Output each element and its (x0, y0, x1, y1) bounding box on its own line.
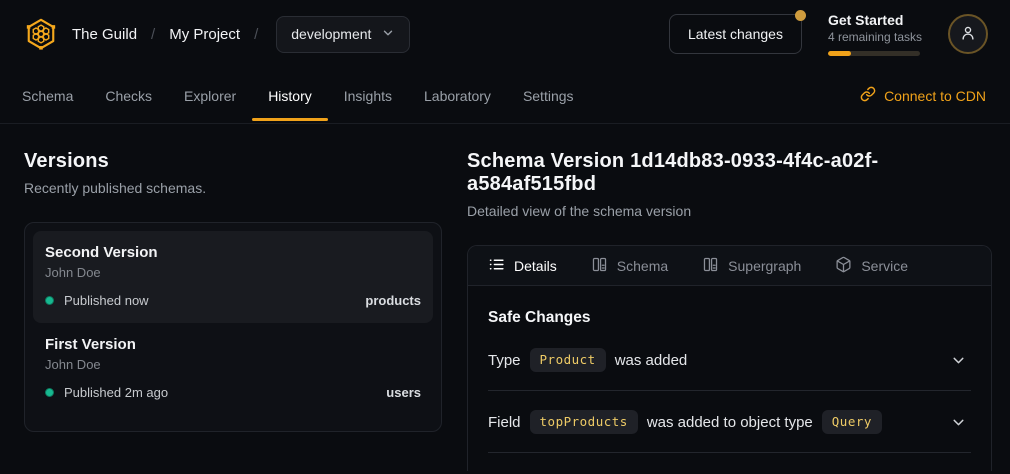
project-nav: SchemaChecksExplorerHistoryInsightsLabor… (0, 68, 1010, 124)
safe-changes-heading: Safe Changes (488, 309, 971, 327)
target-selector-value: development (291, 26, 371, 42)
tab-explorer[interactable]: Explorer (168, 68, 252, 123)
change-text: Field (488, 414, 521, 431)
version-list-item[interactable]: First Version John Doe Published 2m ago use… (33, 323, 433, 415)
change-text: was added to object type (647, 414, 813, 431)
schema-version-subtitle: Detailed view of the schema version (467, 203, 992, 219)
detail-tab-label: Supergraph (728, 258, 801, 274)
change-description: Type Product was added (488, 348, 687, 372)
latest-changes-label: Latest changes (688, 26, 783, 42)
detail-tab-details[interactable]: Details (488, 256, 557, 276)
change-text: Type (488, 352, 521, 369)
service-name: users (386, 385, 421, 400)
version-name: Second Version (45, 244, 421, 261)
service-name: products (365, 293, 421, 308)
version-detail-panel: Schema Version 1d14db83-0933-4f4c-a02f-a… (467, 150, 992, 471)
tab-laboratory[interactable]: Laboratory (408, 68, 507, 123)
change-row[interactable]: Type Product was added (488, 329, 971, 391)
get-started-subtitle: 4 remaining tasks (828, 30, 922, 44)
breadcrumb: The Guild / My Project / development (24, 16, 410, 53)
published-dot-icon (45, 388, 54, 397)
version-list: Second Version John Doe Published now produ… (24, 222, 442, 432)
version-meta-row: Published now products (45, 293, 421, 308)
breadcrumb-separator: / (254, 26, 258, 43)
versions-title: Versions (24, 150, 442, 173)
breadcrumb-project[interactable]: My Project (169, 26, 240, 43)
breadcrumb-organization[interactable]: The Guild (72, 26, 137, 43)
detail-body: Safe Changes Type Product was added Fieldto… (468, 309, 991, 453)
detail-card: Details Schema Supergraph Service Safe Chan… (467, 245, 992, 471)
detail-tab-bar: Details Schema Supergraph Service (468, 246, 991, 286)
version-name: First Version (45, 336, 421, 353)
latest-changes-button[interactable]: Latest changes (669, 14, 802, 54)
cube-icon (835, 256, 852, 276)
code-chip: topProducts (530, 410, 638, 434)
detail-tab-schema[interactable]: Schema (591, 256, 668, 276)
tab-settings[interactable]: Settings (507, 68, 590, 123)
published-time: Published 2m ago (64, 385, 168, 400)
columns-icon (702, 256, 719, 276)
version-meta-row: Published 2m ago users (45, 385, 421, 400)
detail-tab-supergraph[interactable]: Supergraph (702, 256, 801, 276)
nav-tab-list: SchemaChecksExplorerHistoryInsightsLabor… (6, 68, 590, 123)
columns-icon (591, 256, 608, 276)
detail-tab-label: Service (861, 258, 908, 274)
connect-cdn-link[interactable]: Connect to CDN (860, 86, 986, 105)
change-row[interactable]: Field topProducts was added to object type… (488, 391, 971, 453)
schema-version-title: Schema Version 1d14db83-0933-4f4c-a02f-a… (467, 150, 992, 196)
target-selector[interactable]: development (276, 16, 410, 53)
change-text: was added (615, 352, 688, 369)
avatar[interactable] (948, 14, 988, 54)
code-chip: Query (822, 410, 882, 434)
tab-insights[interactable]: Insights (328, 68, 408, 123)
get-started-widget[interactable]: Get Started 4 remaining tasks (828, 12, 922, 56)
tab-checks[interactable]: Checks (89, 68, 168, 123)
chevron-down-icon[interactable] (950, 414, 967, 431)
app-header: The Guild / My Project / development Lat… (0, 0, 1010, 68)
change-description: Field topProducts was added to object type… (488, 410, 882, 434)
published-time: Published now (64, 293, 149, 308)
hive-logo-icon[interactable] (24, 17, 58, 51)
get-started-title: Get Started (828, 12, 922, 28)
chevron-down-icon[interactable] (950, 352, 967, 369)
get-started-progress-bar (828, 51, 920, 56)
progress-fill (828, 51, 851, 56)
notification-dot (795, 10, 806, 21)
detail-tab-service[interactable]: Service (835, 256, 908, 276)
chevron-down-icon (381, 26, 395, 43)
versions-subtitle: Recently published schemas. (24, 180, 442, 196)
changes-list: Type Product was added Field topProducts was … (488, 329, 971, 453)
tab-history[interactable]: History (252, 68, 328, 123)
version-author: John Doe (45, 357, 421, 372)
version-list-item[interactable]: Second Version John Doe Published now produ… (33, 231, 433, 323)
header-actions: Latest changes Get Started 4 remaining t… (669, 12, 988, 56)
connect-cdn-label: Connect to CDN (884, 88, 986, 104)
code-chip: Product (530, 348, 606, 372)
tab-schema[interactable]: Schema (6, 68, 89, 123)
link-icon (860, 86, 876, 105)
list-icon (488, 256, 505, 276)
version-author: John Doe (45, 265, 421, 280)
main-content: Versions Recently published schemas. Sec… (0, 124, 1010, 471)
user-icon (959, 24, 977, 45)
detail-tab-label: Schema (617, 258, 668, 274)
detail-tab-label: Details (514, 258, 557, 274)
versions-panel: Versions Recently published schemas. Sec… (24, 150, 442, 471)
published-dot-icon (45, 296, 54, 305)
breadcrumb-separator: / (151, 26, 155, 43)
